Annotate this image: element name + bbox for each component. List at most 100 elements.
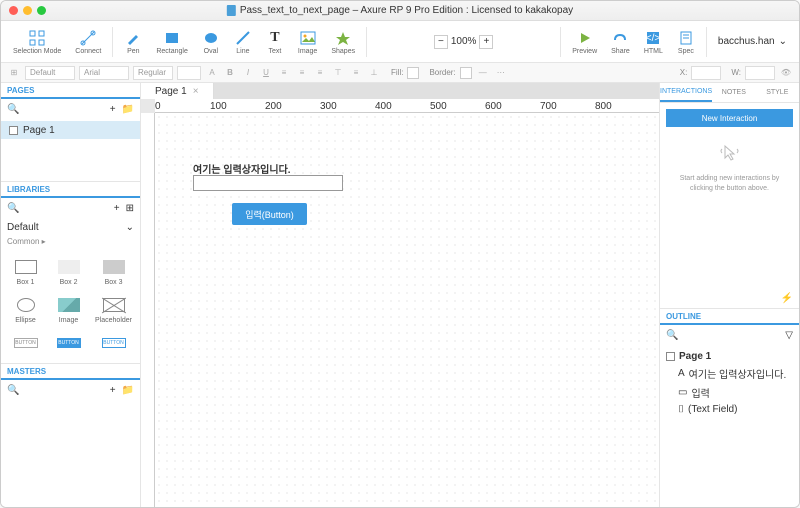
style-select[interactable]: Default [25, 66, 75, 80]
tab-interactions[interactable]: INTERACTIONS [660, 83, 712, 102]
library-select[interactable]: Default ⌄ [1, 218, 140, 237]
widget-button3[interactable]: BUTTON [91, 330, 136, 359]
widget-button1[interactable]: BUTTON [5, 330, 46, 359]
align-left-button[interactable]: ≡ [277, 66, 291, 80]
spec-tool[interactable]: Spec [671, 27, 701, 57]
svg-text:</>: </> [646, 33, 661, 44]
add-folder-icon[interactable]: 📁 [122, 104, 134, 115]
library-options-icon[interactable]: ⊞ [126, 203, 134, 214]
valign-bottom-button[interactable]: ⊥ [367, 66, 381, 80]
main-area: PAGES 🔍 + 📁 Page 1 LIBRARIES 🔍 + [1, 83, 799, 507]
page-item-page1[interactable]: Page 1 [1, 121, 140, 139]
selection-mode-tool[interactable]: Selection Mode [7, 27, 67, 57]
search-icon[interactable]: 🔍 [7, 104, 19, 115]
toolbar-separator [560, 27, 561, 57]
search-icon[interactable]: 🔍 [666, 330, 678, 341]
underline-button[interactable]: U [259, 66, 273, 80]
zoom-out-button[interactable]: − [434, 35, 448, 49]
search-icon[interactable]: 🔍 [7, 385, 19, 396]
filter-icon[interactable]: ▽ [785, 330, 793, 341]
masters-header: MASTERS [1, 364, 140, 380]
tab-style[interactable]: STYLE [756, 83, 799, 102]
preview-icon [576, 29, 594, 47]
pages-header: PAGES [1, 83, 140, 99]
close-window-button[interactable] [9, 6, 18, 15]
outline-item-textfield[interactable]: ⌷ (Text Field) [666, 402, 793, 417]
close-tab-icon[interactable]: × [193, 86, 199, 97]
bold-button[interactable]: B [223, 66, 237, 80]
text-color-button[interactable]: A [205, 66, 219, 80]
style-manager-icon[interactable]: ⊞ [7, 66, 21, 80]
text-icon: T [266, 29, 284, 47]
window-title: Pass_text_to_next_page – Axure RP 9 Pro … [227, 5, 573, 16]
w-label: W: [731, 68, 741, 77]
valign-top-button[interactable]: ⊤ [331, 66, 345, 80]
outline-item-button[interactable]: ▭ 입력 [666, 383, 793, 402]
zoom-value[interactable]: 100% [451, 36, 477, 47]
widget-ellipse[interactable]: Ellipse [5, 292, 46, 328]
pen-tool[interactable]: Pen [118, 27, 148, 57]
align-right-button[interactable]: ≡ [313, 66, 327, 80]
zoom-control: − 100% + [434, 35, 494, 49]
image-tool[interactable]: Image [292, 27, 323, 57]
oval-tool[interactable]: Oval [196, 27, 226, 57]
w-input[interactable] [745, 66, 775, 80]
html-tool[interactable]: </> HTML [638, 27, 669, 57]
tab-notes[interactable]: NOTES [712, 83, 755, 102]
new-interaction-button[interactable]: New Interaction [666, 109, 793, 127]
italic-button[interactable]: I [241, 66, 255, 80]
preview-tool[interactable]: Preview [566, 27, 603, 57]
fill-swatch[interactable] [407, 67, 419, 79]
titlebar: Pass_text_to_next_page – Axure RP 9 Pro … [1, 1, 799, 21]
ruler-horizontal: 0 100 200 300 400 500 600 700 800 [155, 99, 659, 113]
interaction-editor-icon[interactable]: ⚡ [781, 293, 793, 304]
add-master-icon[interactable]: + [110, 385, 116, 396]
widget-box3[interactable]: Box 3 [91, 254, 136, 290]
maximize-window-button[interactable] [37, 6, 46, 15]
hidden-toggle[interactable]: 👁 [779, 66, 793, 80]
library-category[interactable]: Common ▸ [1, 237, 140, 250]
connect-tool[interactable]: Connect [69, 27, 107, 57]
share-tool[interactable]: Share [605, 27, 636, 57]
align-center-button[interactable]: ≡ [295, 66, 309, 80]
tab-bar: Page 1 × [141, 83, 659, 99]
x-input[interactable] [691, 66, 721, 80]
canvas-tab-page1[interactable]: Page 1 × [141, 83, 214, 99]
text-tool[interactable]: T Text [260, 27, 290, 57]
masters-tools: 🔍 + 📁 [1, 380, 140, 400]
search-icon[interactable]: 🔍 [7, 203, 19, 214]
line-tool[interactable]: Line [228, 27, 258, 57]
add-library-icon[interactable]: + [114, 203, 120, 214]
add-page-icon[interactable]: + [110, 104, 116, 115]
window-controls [9, 6, 46, 15]
rectangle-tool[interactable]: Rectangle [150, 27, 194, 57]
canvas-text-label[interactable]: 여기는 입력상자입니다. [193, 161, 291, 176]
widget-box1[interactable]: Box 1 [5, 254, 46, 290]
minimize-window-button[interactable] [23, 6, 32, 15]
widget-placeholder[interactable]: Placeholder [91, 292, 136, 328]
valign-middle-button[interactable]: ≡ [349, 66, 363, 80]
outline-tools: 🔍 ▽ [660, 325, 799, 345]
widget-image[interactable]: Image [48, 292, 89, 328]
zoom-in-button[interactable]: + [479, 35, 493, 49]
canvas[interactable]: 여기는 입력상자입니다. 입력(Button) [155, 113, 659, 507]
canvas-text-field[interactable] [193, 175, 343, 191]
document-icon [227, 5, 236, 16]
user-menu[interactable]: bacchus.han ⌄ [712, 36, 793, 47]
outline-item-label[interactable]: A 여기는 입력상자입니다. [666, 364, 793, 383]
toolbar-separator [366, 27, 367, 57]
add-folder-icon[interactable]: 📁 [122, 385, 134, 396]
widget-box2[interactable]: Box 2 [48, 254, 89, 290]
outline-tree: Page 1 A 여기는 입력상자입니다. ▭ 입력 ⌷ (Text Field… [660, 345, 799, 421]
widget-button2[interactable]: BUTTON [48, 330, 89, 359]
x-label: X: [680, 68, 688, 77]
border-swatch[interactable] [460, 67, 472, 79]
font-weight-select[interactable]: Regular [133, 66, 173, 80]
border-style-button[interactable]: ⋯ [494, 66, 508, 80]
shapes-tool[interactable]: Shapes [325, 27, 361, 57]
outline-item-page[interactable]: Page 1 [666, 349, 793, 364]
canvas-button[interactable]: 입력(Button) [232, 203, 307, 225]
border-width-button[interactable]: — [476, 66, 490, 80]
font-select[interactable]: Arial [79, 66, 129, 80]
font-size-select[interactable] [177, 66, 201, 80]
